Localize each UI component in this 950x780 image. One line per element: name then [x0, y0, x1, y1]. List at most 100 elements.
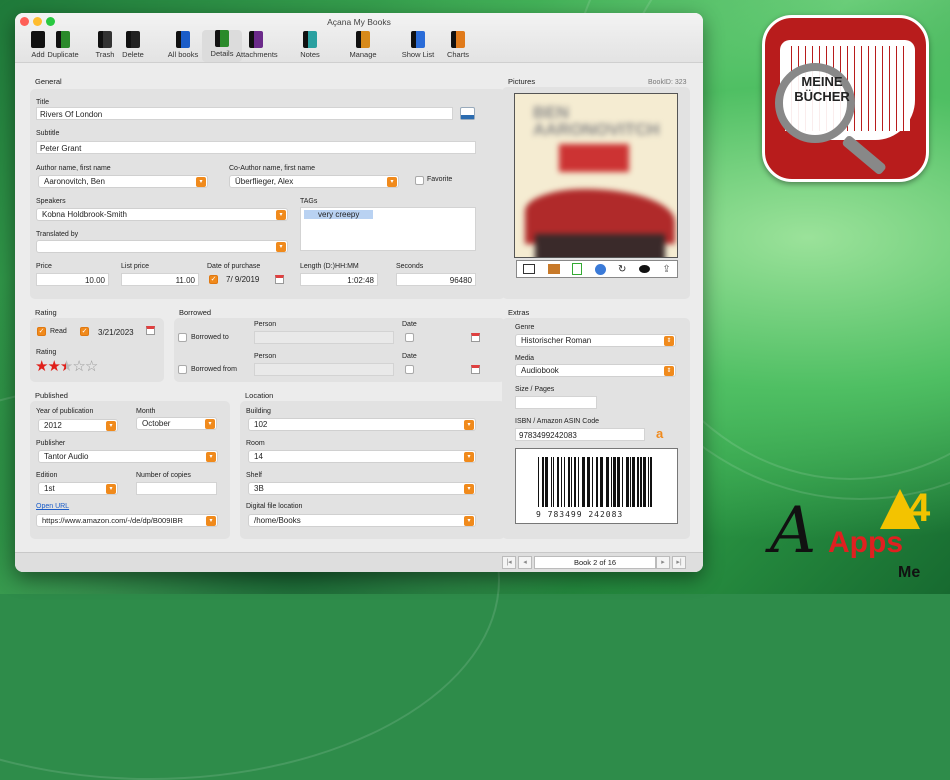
chevron-updown-icon: ⇕	[664, 366, 674, 376]
purchase-checkbox[interactable]: ✓	[209, 275, 218, 284]
star-icon[interactable]: ★	[47, 358, 60, 375]
borrowed-from-date-checkbox[interactable]	[405, 365, 414, 374]
calendar-icon[interactable]	[471, 365, 480, 374]
price-field[interactable]: 10.00	[36, 273, 109, 286]
star-icon[interactable]: ★	[35, 358, 48, 375]
borrowed-heading: Borrowed	[179, 308, 212, 317]
month-select[interactable]: October ▾	[136, 417, 217, 430]
subtitle-field[interactable]: Peter Grant	[36, 141, 476, 154]
globe-icon[interactable]	[594, 263, 606, 275]
size-field[interactable]	[515, 396, 597, 409]
toolbar-manage-button[interactable]: Manage	[343, 31, 383, 59]
barcode-digits: 9 783499 242083	[536, 510, 624, 519]
rotate-icon[interactable]: ↻	[618, 264, 626, 275]
room-select[interactable]: 14 ▾	[248, 450, 476, 463]
star-icon[interactable]: ☆	[72, 358, 85, 375]
read-date[interactable]: 3/21/2023	[98, 328, 134, 337]
download-icon[interactable]	[572, 263, 583, 275]
calendar-icon[interactable]	[471, 333, 480, 342]
publisher-select[interactable]: Tantor Audio ▾	[38, 450, 218, 463]
barcode-bar	[587, 457, 590, 507]
screen-icon[interactable]	[523, 264, 536, 274]
room-value: 14	[254, 452, 263, 461]
apps4me-logo: A Apps 4 Me	[770, 484, 940, 588]
toolbar-notes-button[interactable]: Notes	[290, 31, 330, 59]
speakers-select[interactable]: Kobna Holdbrook-Smith ▾	[36, 208, 288, 221]
photos-icon[interactable]	[547, 264, 560, 274]
listprice-label: List price	[121, 263, 150, 270]
star-rating[interactable]: ★★★☆☆	[35, 357, 98, 375]
tag-chip[interactable]: very creepy	[304, 210, 374, 219]
copies-field[interactable]	[136, 482, 217, 495]
meine-buecher-logo: MEINE BÜCHER	[762, 15, 929, 182]
toolbar-duplicate-button[interactable]: Duplicate	[43, 31, 83, 59]
calendar-icon[interactable]	[146, 326, 155, 335]
brand-text: Apps	[828, 526, 903, 559]
read-label: Read	[50, 328, 67, 335]
seconds-field[interactable]: 96480	[396, 273, 476, 286]
toolbar-notes-label: Notes	[300, 50, 320, 59]
isbn-field[interactable]: 9783499242083	[515, 428, 645, 441]
toolbar-attachments-button[interactable]: Attachments	[236, 31, 278, 59]
author-value: Aaronovitch, Ben	[44, 177, 105, 186]
edition-value: 1st	[44, 484, 55, 493]
media-select[interactable]: Audiobook ⇕	[515, 364, 676, 377]
listprice-field[interactable]: 11.00	[121, 273, 199, 286]
toolbar-all-books-button[interactable]: All books	[163, 31, 203, 59]
chevron-down-icon: ▾	[196, 177, 206, 187]
read-checkbox[interactable]: ✓	[37, 327, 46, 336]
eye-icon[interactable]	[638, 265, 650, 273]
borrowed-to-checkbox[interactable]	[178, 333, 187, 342]
person-label-2: Person	[254, 353, 277, 360]
chevron-down-icon: ▾	[276, 210, 286, 220]
barcode-bars	[538, 457, 652, 507]
barcode-bar	[622, 457, 623, 507]
favorite-checkbox[interactable]	[415, 176, 424, 185]
read-date-checkbox[interactable]: ✓	[80, 327, 89, 336]
share-icon[interactable]: ⇪	[662, 264, 670, 275]
amazon-icon[interactable]: a	[656, 426, 663, 441]
last-record-button[interactable]: ▸|	[672, 556, 686, 569]
year-select[interactable]: 2012 ▾	[38, 419, 118, 432]
barcode-bar	[611, 457, 612, 507]
first-record-button[interactable]: |◂	[502, 556, 516, 569]
borrowed-from-person[interactable]	[254, 363, 394, 376]
borrowed-to-date-checkbox[interactable]	[405, 333, 414, 342]
toolbar-show-list-button[interactable]: Show List	[398, 31, 438, 59]
barcode-bar	[545, 457, 548, 507]
toolbar-charts-button[interactable]: Charts	[438, 31, 478, 59]
chevron-down-icon: ▾	[464, 484, 474, 494]
chevron-down-icon: ▾	[106, 421, 116, 431]
coauthor-select[interactable]: Überflieger, Alex ▾	[229, 175, 399, 188]
building-select[interactable]: 102 ▾	[248, 418, 476, 431]
author-select[interactable]: Aaronovitch, Ben ▾	[38, 175, 208, 188]
prev-record-button[interactable]: ◂	[518, 556, 532, 569]
length-field[interactable]: 1:02:48	[300, 273, 378, 286]
edition-select[interactable]: 1st ▾	[38, 482, 118, 495]
purchase-date[interactable]: 7/ 9/2019	[226, 275, 259, 284]
borrowed-to-person[interactable]	[254, 331, 394, 344]
shelf-select[interactable]: 3B ▾	[248, 482, 476, 495]
toolbar-delete-button[interactable]: Delete	[113, 31, 153, 59]
star-icon[interactable]: ★	[60, 358, 73, 375]
genre-select[interactable]: Historischer Roman ⇕	[515, 334, 676, 347]
next-record-button[interactable]: ▸	[656, 556, 670, 569]
translated-select[interactable]: ▾	[36, 240, 288, 253]
calendar-icon[interactable]	[275, 275, 284, 284]
docs-icon[interactable]	[460, 107, 475, 120]
book-cover-image[interactable]: BEN AARONOVITCH	[514, 93, 678, 258]
title-field[interactable]: Rivers Of London	[36, 107, 453, 120]
borrowed-from-checkbox[interactable]	[178, 365, 187, 374]
tags-field[interactable]: very creepy	[300, 207, 476, 251]
delete-icon	[126, 31, 140, 48]
url-select[interactable]: https://www.amazon.com/-/de/dp/B009IBR ▾	[36, 514, 218, 527]
barcode-bar	[650, 457, 652, 507]
file-select[interactable]: /home/Books ▾	[248, 514, 476, 527]
published-heading: Published	[35, 391, 68, 400]
open-url-link[interactable]: Open URL	[36, 503, 69, 510]
barcode-image: 9 783499 242083	[515, 448, 678, 524]
barcode-bar	[648, 457, 649, 507]
borrowed-to-label: Borrowed to	[191, 334, 229, 341]
star-icon[interactable]: ☆	[85, 358, 98, 375]
file-label: Digital file location	[246, 503, 303, 510]
